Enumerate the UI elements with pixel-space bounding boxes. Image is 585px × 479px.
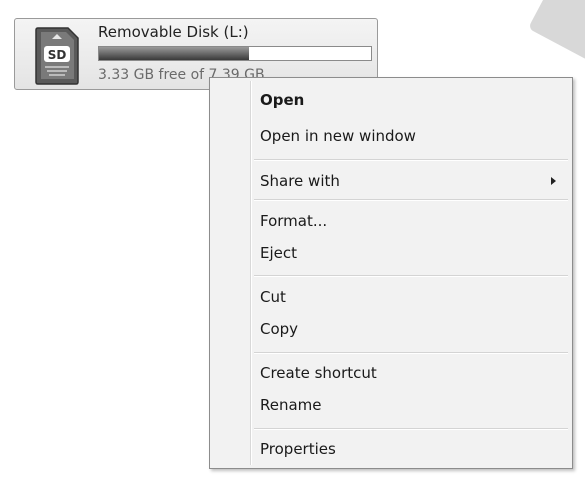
drive-usage-fill: [99, 47, 249, 60]
explorer-view: SD Removable Disk (L:) 3.33 GB free of 7…: [0, 0, 585, 479]
menu-item-create-shortcut[interactable]: Create shortcut: [260, 359, 566, 387]
menu-item-copy[interactable]: Copy: [260, 315, 566, 343]
menu-item-eject[interactable]: Eject: [260, 239, 566, 267]
menu-item-cut[interactable]: Cut: [260, 283, 566, 311]
menu-separator: [254, 275, 568, 277]
menu-separator: [254, 428, 568, 430]
drive-name: Removable Disk (L:): [98, 23, 249, 41]
menu-separator: [254, 159, 568, 161]
menu-item-properties[interactable]: Properties: [260, 435, 566, 463]
menu-item-open[interactable]: Open: [260, 86, 566, 114]
menu-icon-gutter: [250, 81, 252, 465]
share-with-label: Share with: [260, 172, 340, 190]
menu-item-open-new-window[interactable]: Open in new window: [260, 122, 566, 150]
submenu-arrow-icon: [551, 177, 556, 185]
menu-item-format[interactable]: Format...: [260, 207, 566, 235]
context-menu: Open Open in new window Share with Forma…: [209, 77, 573, 469]
drive-usage-bar: [98, 46, 372, 61]
menu-separator: [254, 199, 568, 201]
corner-decoration: [527, 0, 585, 62]
sd-logo-text: SD: [48, 48, 67, 62]
menu-item-rename[interactable]: Rename: [260, 391, 566, 419]
menu-item-share-with[interactable]: Share with: [260, 167, 566, 195]
sd-card-icon: SD: [35, 27, 79, 85]
menu-separator: [254, 352, 568, 354]
